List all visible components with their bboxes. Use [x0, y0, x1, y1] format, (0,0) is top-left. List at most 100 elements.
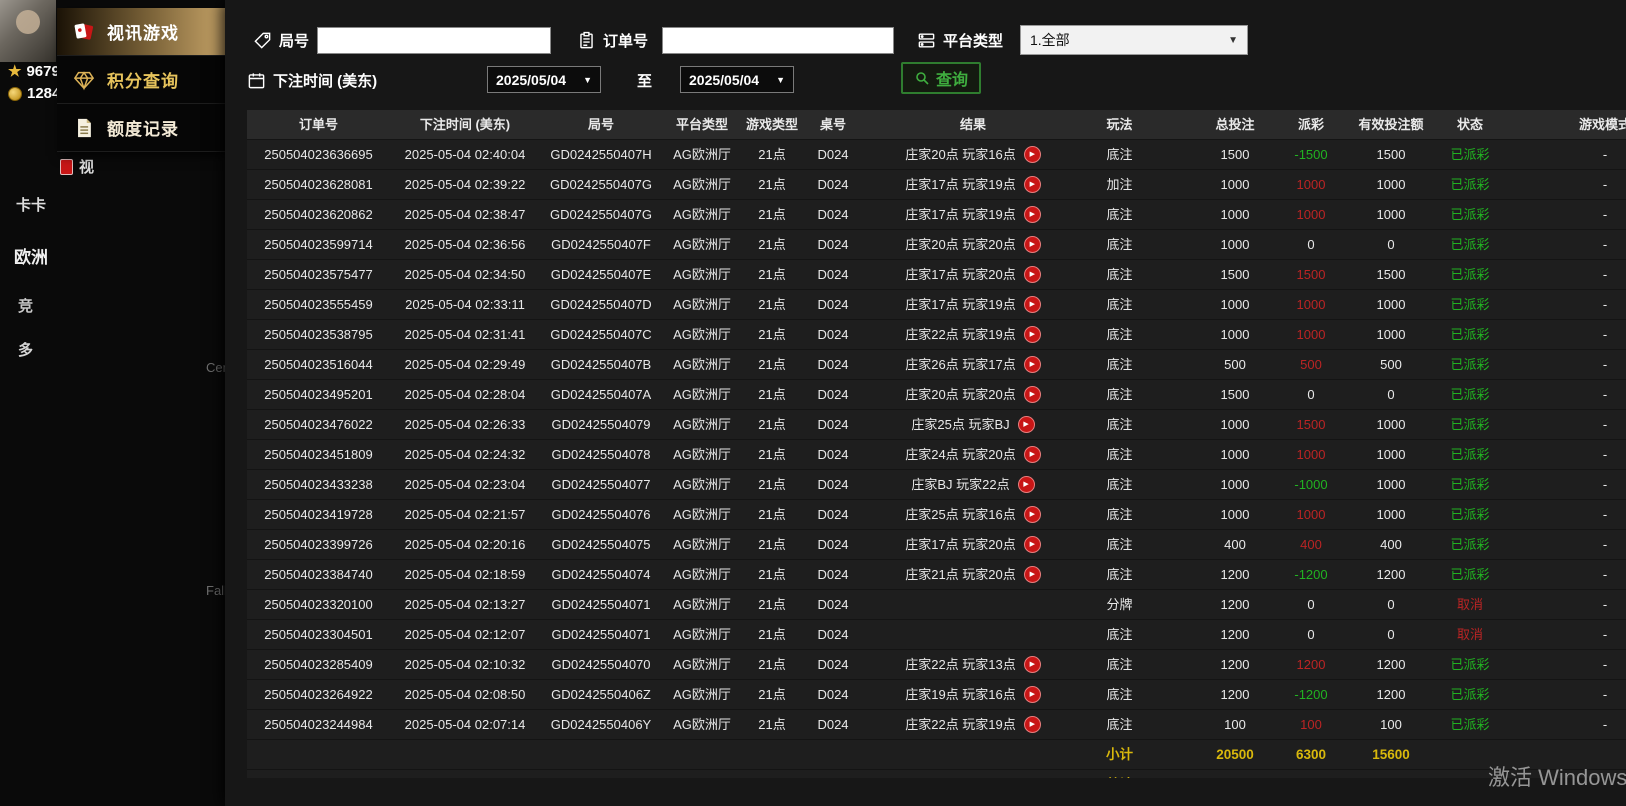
play-icon[interactable]: ▶	[1023, 446, 1041, 463]
cell-mode: -	[1602, 477, 1608, 492]
cell-platform: AG欧洲厅	[673, 477, 731, 492]
cell-result: ▶	[864, 590, 1082, 619]
cell-payout: 0	[1307, 237, 1315, 252]
cell-table: D024	[817, 147, 849, 162]
bet-time-label: 下注时间 (美东)	[273, 73, 378, 90]
search-button[interactable]: 查询	[901, 62, 981, 94]
play-icon[interactable]: ▶	[1023, 146, 1041, 163]
table-row: 250504023244984 2025-05-04 02:07:14 GD02…	[247, 710, 1626, 740]
grand-total-row: 总计 47776 13614 39376	[247, 770, 1626, 778]
table-body: 250504023636695 2025-05-04 02:40:04 GD02…	[247, 140, 1626, 740]
subtotal-row: 小计 20500 6300 15600	[247, 740, 1626, 770]
cell-order: 250504023538795	[264, 327, 373, 342]
cell-order: 250504023451809	[264, 447, 373, 462]
cell-result: 庄家22点 玩家19点 ▶	[864, 710, 1082, 739]
empty-cell	[247, 740, 390, 769]
play-icon[interactable]: ▶	[1023, 566, 1041, 583]
cell-play: 底注	[1106, 207, 1133, 222]
cell-table: D024	[817, 567, 849, 582]
sidebar-item-video-games[interactable]: 视讯游戏	[57, 8, 225, 56]
order-number-input[interactable]	[662, 27, 894, 54]
cell-total-bet: 1000	[1220, 207, 1250, 222]
platform-type-select[interactable]: 1.全部 ▼	[1020, 25, 1248, 55]
cell-mode: -	[1602, 537, 1608, 552]
avatar[interactable]	[0, 0, 56, 62]
play-icon[interactable]: ▶	[1023, 206, 1041, 223]
cell-play: 底注	[1106, 477, 1133, 492]
subtotal-valid-bet: 15600	[1372, 747, 1410, 762]
cell-round: GD0242550407G	[550, 207, 652, 222]
play-icon[interactable]: ▶	[1023, 236, 1041, 253]
cell-total-bet: 1500	[1220, 387, 1250, 402]
cell-game: 21点	[758, 627, 786, 642]
empty-cell	[247, 770, 390, 778]
status-badge: 已派彩	[1450, 297, 1490, 312]
status-badge: 已派彩	[1450, 327, 1490, 342]
date-to-select[interactable]: 2025/05/04 ▼	[680, 66, 794, 93]
col-header-game: 游戏类型	[745, 117, 798, 132]
date-from-select[interactable]: 2025/05/04 ▼	[487, 66, 601, 93]
play-icon[interactable]: ▶	[1017, 476, 1035, 493]
sidebar-item-quota-records[interactable]: 额度记录	[57, 104, 225, 152]
cell-result: 庄家21点 玩家20点 ▶	[864, 560, 1082, 589]
chevron-down-icon: ▼	[1228, 34, 1238, 46]
cell-order: 250504023244984	[264, 717, 373, 732]
cell-order: 250504023620862	[264, 207, 373, 222]
empty-cell	[742, 740, 802, 769]
cell-total-bet: 1000	[1220, 417, 1250, 432]
cell-round: GD0242550407B	[550, 357, 652, 372]
cell-valid-bet: 100	[1380, 717, 1402, 732]
cell-result: 庄家22点 玩家13点 ▶	[864, 650, 1082, 679]
cell-play: 底注	[1106, 567, 1133, 582]
play-icon[interactable]: ▶	[1023, 536, 1041, 553]
cell-play: 底注	[1106, 417, 1133, 432]
col-header-total-bet: 总投注	[1215, 117, 1255, 132]
play-icon[interactable]: ▶	[1023, 326, 1041, 343]
cell-play: 底注	[1106, 297, 1133, 312]
play-icon[interactable]: ▶	[1023, 176, 1041, 193]
cell-payout: 1000	[1296, 447, 1326, 462]
cell-mode: -	[1602, 657, 1608, 672]
cell-mode: -	[1602, 177, 1608, 192]
status-badge: 取消	[1456, 597, 1483, 612]
play-icon[interactable]: ▶	[1023, 386, 1041, 403]
play-icon[interactable]: ▶	[1023, 296, 1041, 313]
cell-payout: 1200	[1296, 657, 1326, 672]
cell-platform: AG欧洲厅	[673, 657, 731, 672]
status-badge: 已派彩	[1450, 507, 1490, 522]
table-row: 250504023451809 2025-05-04 02:24:32 GD02…	[247, 440, 1626, 470]
sidebar-item-points-query[interactable]: 积分查询	[57, 56, 225, 104]
cell-mode: -	[1602, 387, 1608, 402]
windows-activation-watermark: 激活 Windows	[1488, 765, 1626, 790]
cell-valid-bet: 1000	[1376, 327, 1406, 342]
cell-time: 2025-05-04 02:34:50	[404, 267, 526, 282]
play-icon[interactable]: ▶	[1023, 716, 1041, 733]
cell-payout: 1000	[1296, 507, 1326, 522]
table-row: 250504023399726 2025-05-04 02:20:16 GD02…	[247, 530, 1626, 560]
cell-mode: -	[1602, 267, 1608, 282]
cell-order: 250504023304501	[264, 627, 373, 642]
status-badge: 已派彩	[1450, 657, 1490, 672]
play-icon[interactable]: ▶	[1023, 656, 1041, 673]
empty-cell	[540, 740, 662, 769]
play-icon[interactable]: ▶	[1023, 356, 1041, 373]
cell-time: 2025-05-04 02:33:11	[405, 297, 525, 312]
play-icon[interactable]: ▶	[1023, 266, 1041, 283]
grand-total-payout: 13614	[1275, 770, 1347, 778]
play-icon[interactable]: ▶	[1017, 416, 1035, 433]
play-icon[interactable]: ▶	[1023, 506, 1041, 523]
cell-total-bet: 1000	[1220, 477, 1250, 492]
grand-total-label: 总计	[1082, 770, 1157, 778]
round-number-input[interactable]	[317, 27, 551, 54]
col-header-result: 结果	[959, 117, 986, 132]
play-icon[interactable]: ▶	[1023, 686, 1041, 703]
table-row: 250504023599714 2025-05-04 02:36:56 GD02…	[247, 230, 1626, 260]
cell-mode: -	[1602, 597, 1608, 612]
cell-table: D024	[817, 237, 849, 252]
cell-result: 庄家19点 玩家16点 ▶	[864, 680, 1082, 709]
cell-game: 21点	[758, 387, 786, 402]
cell-total-bet: 100	[1224, 717, 1246, 732]
cell-round: GD02425504075	[551, 537, 651, 552]
cell-table: D024	[817, 417, 849, 432]
col-header-order: 订单号	[298, 117, 338, 132]
